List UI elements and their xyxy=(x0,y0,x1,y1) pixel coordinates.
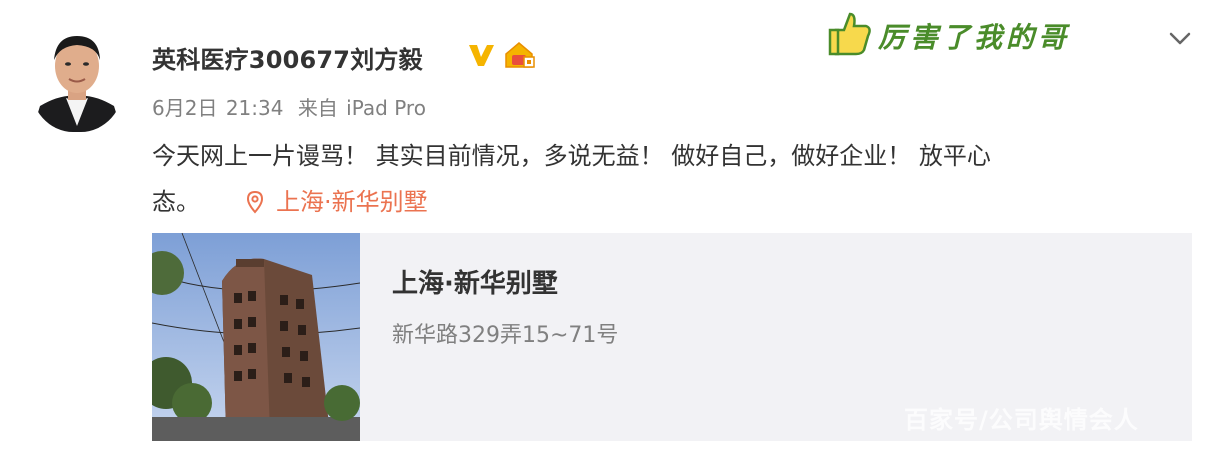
location-thumbnail xyxy=(152,233,360,441)
post-time[interactable]: 21:34 xyxy=(226,96,284,120)
username[interactable]: 英科医疗300677刘方毅 xyxy=(152,40,423,75)
source-prefix: 来自 xyxy=(297,96,338,120)
building-photo xyxy=(152,233,360,441)
post-text-line1: 今天网上一片谩骂！ 其实目前情况，多说无益！ 做好自己，做好企业！ 放平心 xyxy=(152,142,991,170)
chevron-down-icon[interactable] xyxy=(1166,26,1194,50)
post-text-line2: 态。 xyxy=(152,188,200,216)
thumbs-up-icon xyxy=(828,12,871,56)
location-pin-icon xyxy=(246,190,264,214)
location-card-title: 上海·新华别墅 xyxy=(392,269,558,299)
vip-house-icon[interactable] xyxy=(503,40,537,70)
post-text-line2-row: 态。 上海·新华别墅 xyxy=(152,179,1182,225)
watermark: 百家号/公司舆情会人 xyxy=(904,406,1139,434)
sticker-banner: 厉害了我的哥 xyxy=(828,8,1118,58)
post-content: 今天网上一片谩骂！ 其实目前情况，多说无益！ 做好自己，做好企业！ 放平心 态。… xyxy=(152,133,1182,225)
location-link[interactable]: 上海·新华别墅 xyxy=(246,179,428,225)
location-link-text: 上海·新华别墅 xyxy=(276,188,428,216)
post-date[interactable]: 6月2日 xyxy=(152,96,217,120)
location-card-address: 新华路329弄15~71号 xyxy=(392,323,619,348)
avatar-portrait xyxy=(30,28,124,132)
verified-v-icon xyxy=(469,45,494,66)
post-source: iPad Pro xyxy=(346,96,426,120)
sticker-text: 厉害了我的哥 xyxy=(878,21,1071,54)
post-meta: 6月2日 21:34 来自 iPad Pro xyxy=(152,92,428,121)
avatar[interactable] xyxy=(30,28,124,132)
weibo-post: 英科医疗300677刘方毅 厉害了我的哥 6月2日 21:34 来自 iPad … xyxy=(0,0,1218,450)
